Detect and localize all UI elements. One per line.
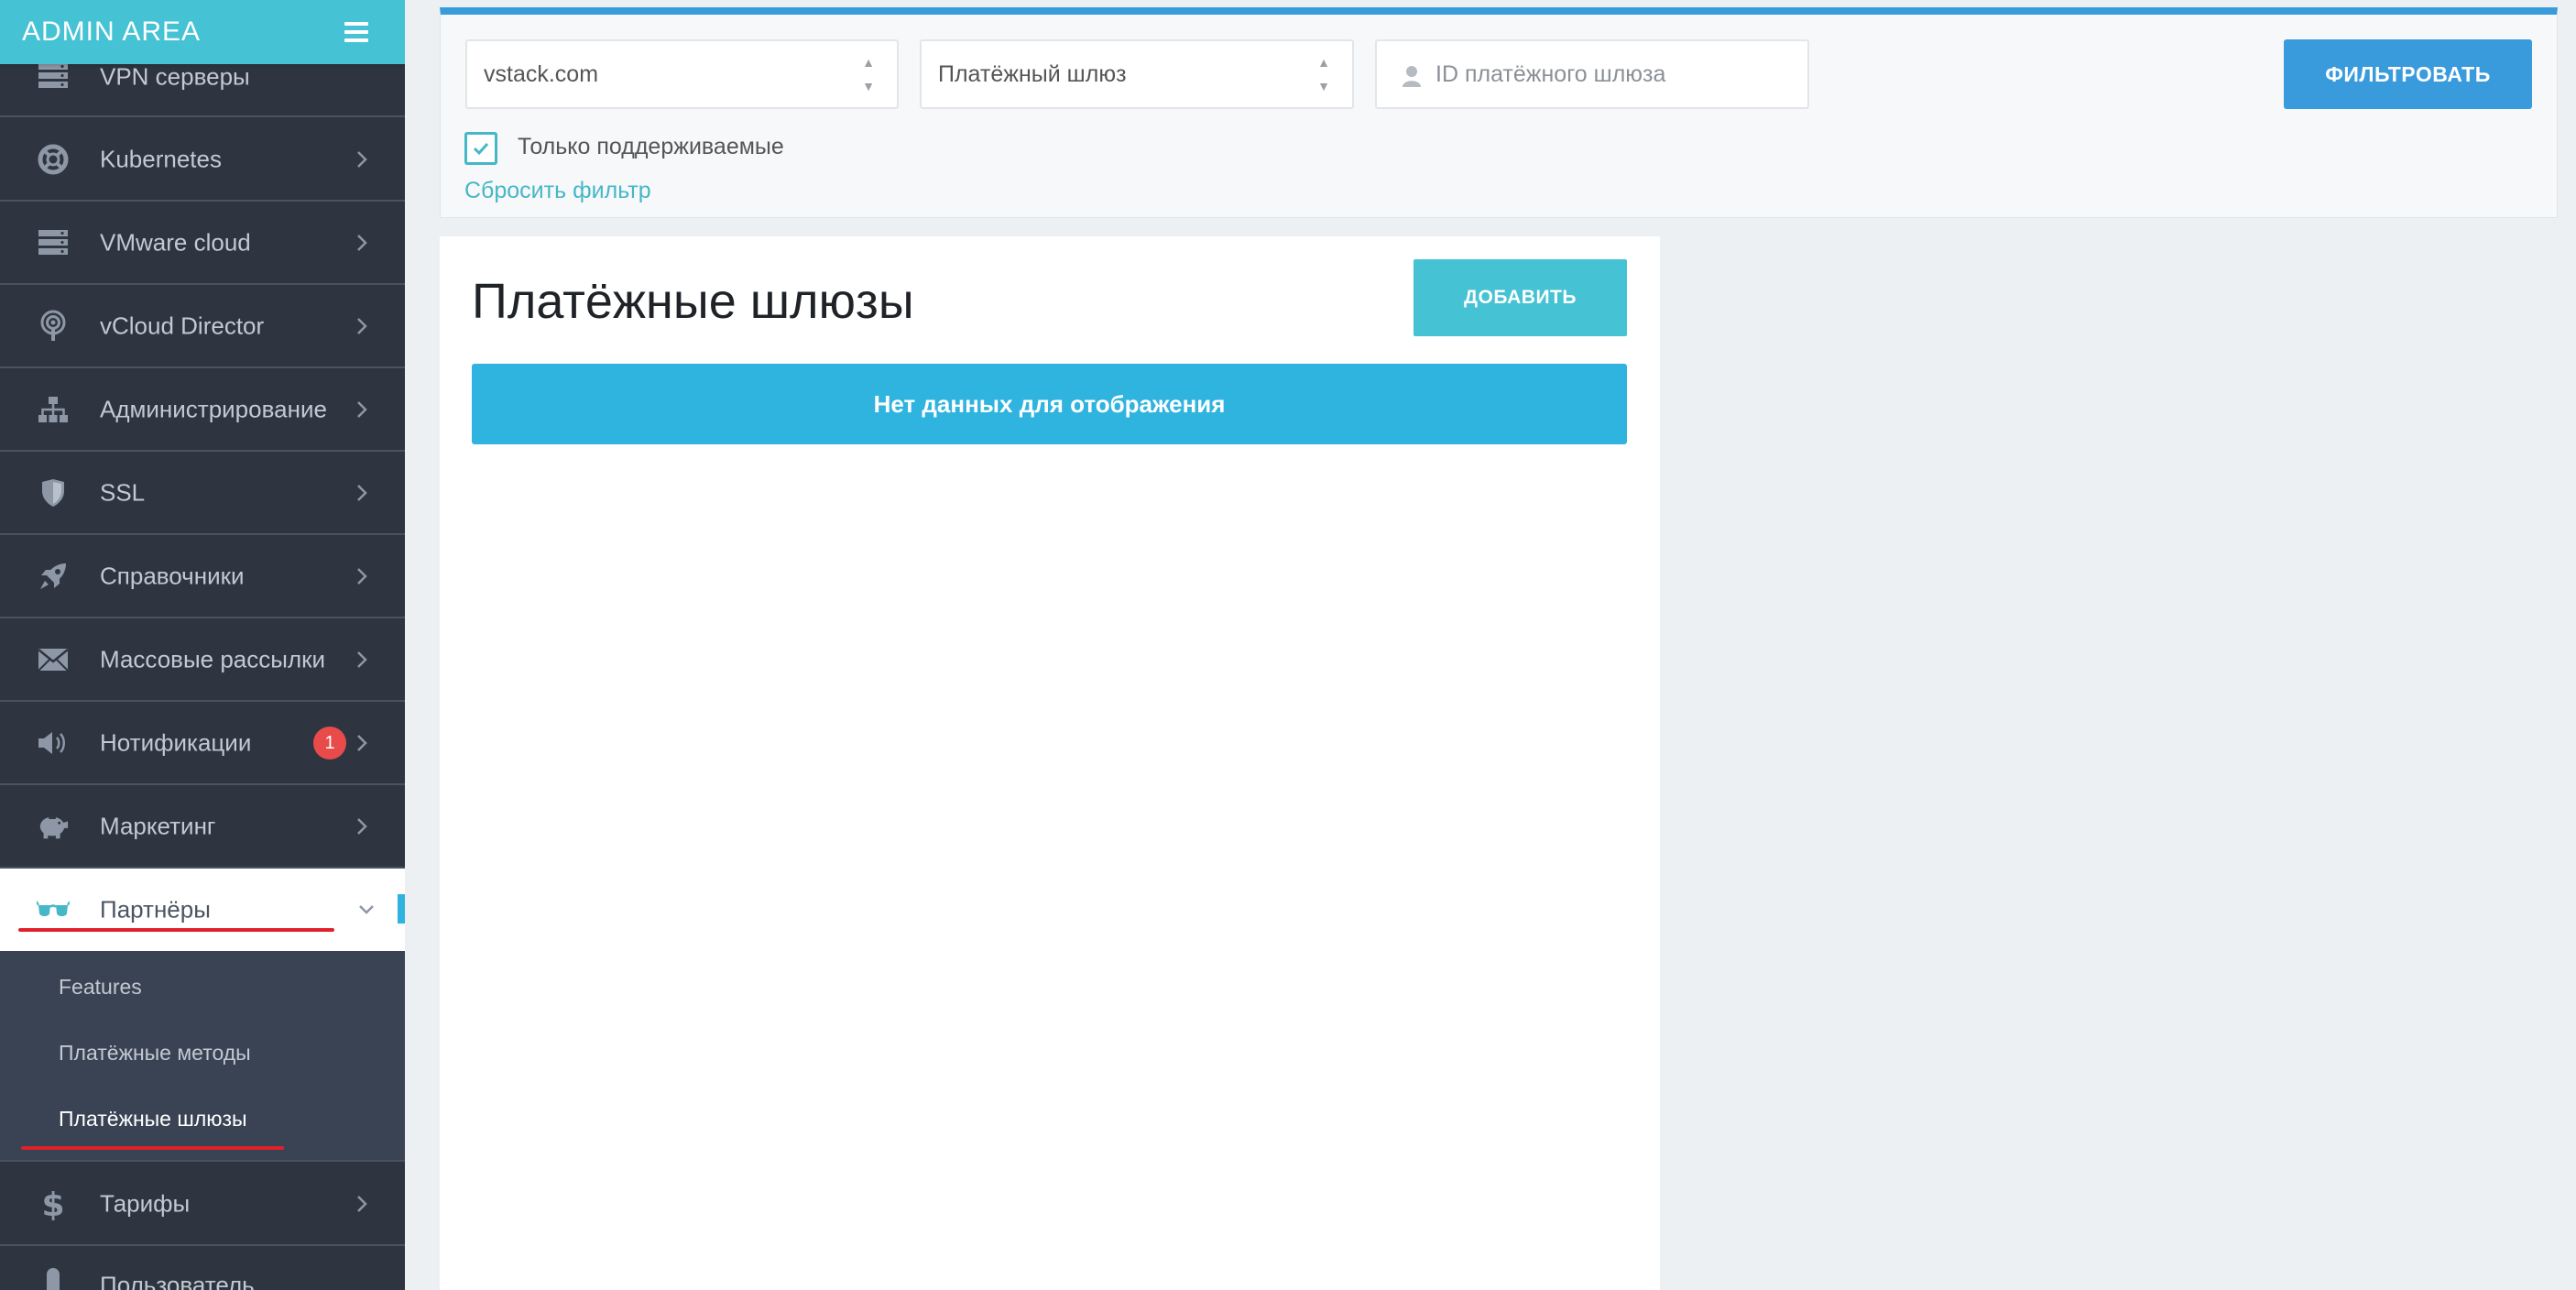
sidebar-item-label: Партнёры xyxy=(100,895,211,924)
server-icon xyxy=(37,60,70,93)
sidebar-item-label: VPN серверы xyxy=(100,62,250,91)
sidebar-item-label: VMware cloud xyxy=(100,228,251,257)
chevron-right-icon xyxy=(357,235,367,251)
sidebar-item-label: Пользователь xyxy=(100,1271,255,1290)
payment-gateway-select[interactable]: Платёжный шлюз ▲ ▼ xyxy=(920,39,1354,109)
add-button[interactable]: ДОБАВИТЬ xyxy=(1414,259,1627,336)
sidebar-item-mass-mailings[interactable]: Массовые рассылки xyxy=(0,619,405,702)
sidebar-item-directories[interactable]: Справочники xyxy=(0,536,405,618)
content-card: Платёжные шлюзы ДОБАВИТЬ Нет данных для … xyxy=(440,236,1660,1290)
partners-submenu: Features Платёжные методы Платёжные шлюз… xyxy=(0,951,405,1162)
sidebar-item-vcloud-director[interactable]: vCloud Director xyxy=(0,286,405,368)
sort-arrows-icon: ▲ ▼ xyxy=(1317,55,1330,93)
rocket-icon xyxy=(37,560,70,593)
sidebar-item-tariffs[interactable]: $ Тарифы xyxy=(0,1164,405,1246)
empty-state-message: Нет данных для отображения xyxy=(472,364,1627,444)
chevron-right-icon xyxy=(357,485,367,501)
sidebar-item-label: Тарифы xyxy=(100,1189,191,1218)
chevron-right-icon xyxy=(357,568,367,585)
chevron-right-icon xyxy=(357,151,367,168)
active-indicator xyxy=(398,894,405,924)
annotation-underline xyxy=(21,1146,284,1150)
sort-arrows-icon: ▲ ▼ xyxy=(862,55,875,93)
shield-icon xyxy=(37,476,70,509)
megaphone-icon xyxy=(37,727,70,760)
chevron-right-icon xyxy=(357,651,367,668)
sidebar-item-vmware-cloud[interactable]: VMware cloud xyxy=(0,202,405,285)
sidebar-item-administration[interactable]: Администрирование xyxy=(0,369,405,452)
gateway-id-placeholder: ID платёжного шлюза xyxy=(1435,60,1666,87)
sidebar-item-label: Маркетинг xyxy=(100,812,216,840)
submenu-item-payment-methods[interactable]: Платёжные методы xyxy=(59,1041,251,1066)
sidebar-item-ssl[interactable]: SSL xyxy=(0,453,405,535)
chevron-down-icon xyxy=(359,905,374,914)
lifebuoy-icon xyxy=(37,143,70,176)
chevron-right-icon xyxy=(357,818,367,835)
chevron-right-icon xyxy=(357,1196,367,1212)
gateway-id-input[interactable]: ID платёжного шлюза xyxy=(1375,39,1809,109)
only-supported-label: Только поддерживаемые xyxy=(518,134,784,159)
server-icon xyxy=(37,226,70,259)
page-title: Платёжные шлюзы xyxy=(472,274,914,329)
sidebar-item-partners[interactable]: Партнёры xyxy=(0,869,405,951)
sidebar-item-kubernetes[interactable]: Kubernetes xyxy=(0,119,405,202)
submenu-item-payment-gateways[interactable]: Платёжные шлюзы xyxy=(59,1107,247,1131)
sidebar: VPN серверы Kubernetes VMware cloud vClo… xyxy=(0,0,405,1290)
sidebar-item-label: Kubernetes xyxy=(100,145,222,173)
dollar-icon: $ xyxy=(37,1187,70,1220)
piggy-bank-icon xyxy=(37,810,70,843)
chevron-right-icon xyxy=(357,735,367,751)
reset-filter-link[interactable]: Сбросить фильтр xyxy=(464,178,651,204)
sidebar-item-label: Справочники xyxy=(100,562,245,590)
domain-select[interactable]: vstack.com ▲ ▼ xyxy=(465,39,899,109)
sidebar-item-user[interactable]: Пользователь xyxy=(0,1247,405,1290)
chevron-right-icon xyxy=(357,401,367,418)
podcast-icon xyxy=(37,310,70,343)
sitemap-icon xyxy=(37,393,70,426)
brand-bar: ADMIN AREA xyxy=(0,0,405,64)
sidebar-item-notifications[interactable]: Нотификации 1 xyxy=(0,703,405,785)
only-supported-checkbox[interactable] xyxy=(464,132,497,165)
envelope-icon xyxy=(37,643,70,676)
filter-button[interactable]: ФИЛЬТРОВАТЬ xyxy=(2284,39,2532,109)
sidebar-item-marketing[interactable]: Маркетинг xyxy=(0,786,405,869)
svg-text:$: $ xyxy=(41,1187,64,1220)
submenu-item-features[interactable]: Features xyxy=(59,975,142,1000)
sidebar-item-label: Массовые рассылки xyxy=(100,645,326,673)
app-title: ADMIN AREA xyxy=(22,16,202,47)
chevron-right-icon xyxy=(357,318,367,334)
glasses-icon xyxy=(37,893,70,926)
sidebar-item-label: Администрирование xyxy=(100,395,327,423)
check-icon xyxy=(473,142,489,156)
hamburger-menu-icon[interactable] xyxy=(344,22,368,42)
filter-panel: vstack.com ▲ ▼ Платёжный шлюз ▲ ▼ ID платё… xyxy=(440,7,2558,218)
payment-gateway-select-value: Платёжный шлюз xyxy=(938,60,1127,87)
sidebar-item-label: SSL xyxy=(100,478,146,507)
annotation-underline xyxy=(18,928,334,932)
domain-select-value: vstack.com xyxy=(484,60,599,87)
sidebar-item-label: Нотификации xyxy=(100,728,252,757)
sidebar-item-label: vCloud Director xyxy=(100,312,265,340)
user-icon xyxy=(37,1267,70,1290)
notification-count-badge: 1 xyxy=(313,727,346,760)
user-icon xyxy=(1403,66,1421,87)
